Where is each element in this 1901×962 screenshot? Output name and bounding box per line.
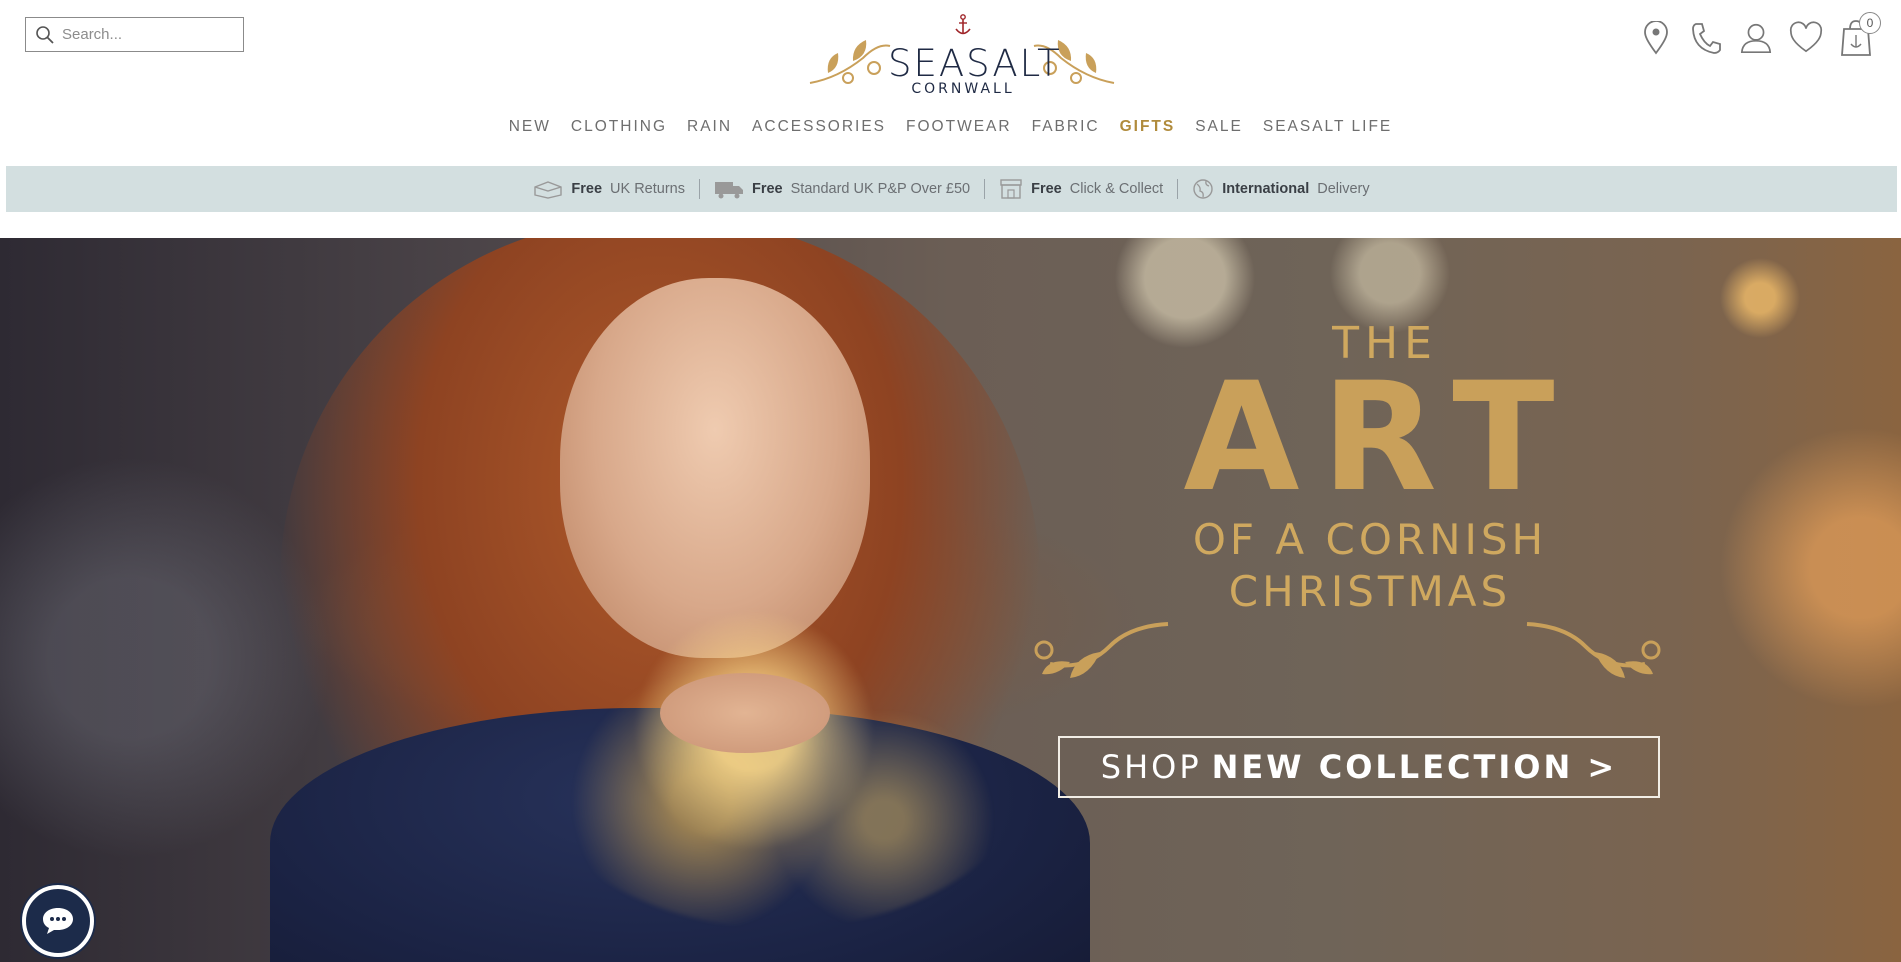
header-icons: 0 xyxy=(1639,12,1881,58)
nav-item-gifts[interactable]: GIFTS xyxy=(1110,118,1186,136)
phone-icon[interactable] xyxy=(1689,18,1723,58)
search-box[interactable] xyxy=(25,17,244,52)
benefit-delivery-bold: Free xyxy=(751,181,783,197)
nav-item-rain[interactable]: RAIN xyxy=(677,118,742,136)
returns-box-icon xyxy=(534,181,563,199)
benefit-international-bold: International xyxy=(1222,181,1310,197)
nav-item-clothing[interactable]: CLOTHING xyxy=(561,118,677,136)
benefit-returns-bold: Free xyxy=(571,181,603,197)
site-header: SEASALT CORNWALL 0 NEW CLOTHING RAIN ACC… xyxy=(0,0,1901,166)
right-sprig-icon xyxy=(1526,622,1661,678)
benefit-returns[interactable]: Free UK Returns xyxy=(519,179,699,199)
search-input[interactable] xyxy=(58,26,236,43)
headline-line1: OF A CORNISH xyxy=(1192,515,1548,564)
logo-brand: SEASALT xyxy=(888,42,1062,85)
nav-item-new[interactable]: NEW xyxy=(499,118,561,136)
left-sprig-icon xyxy=(809,40,891,84)
nav-item-sale[interactable]: SALE xyxy=(1185,118,1253,136)
benefits-strip: Free UK Returns Free Standard UK P&P Ove… xyxy=(6,166,1897,212)
benefit-international-text: Delivery xyxy=(1317,181,1370,197)
headline-line2: CHRISTMAS xyxy=(1228,567,1512,616)
nav-item-footwear[interactable]: FOOTWEAR xyxy=(896,118,1022,136)
main-nav: NEW CLOTHING RAIN ACCESSORIES FOOTWEAR F… xyxy=(0,118,1901,136)
benefit-delivery-text: Standard UK P&P Over £50 xyxy=(790,181,971,197)
hero-image-hand xyxy=(660,673,830,753)
benefit-click-collect-text: Click & Collect xyxy=(1069,181,1164,197)
location-icon[interactable] xyxy=(1639,18,1673,58)
delivery-truck-icon xyxy=(714,182,743,199)
shop-new-collection-button[interactable]: SHOP NEW COLLECTION > xyxy=(1058,736,1660,798)
globe-icon xyxy=(1193,179,1213,199)
cta-prefix: SHOP xyxy=(1100,748,1202,786)
headline-art: ART xyxy=(1183,351,1577,525)
wishlist-icon[interactable] xyxy=(1789,18,1823,58)
store-icon xyxy=(1000,179,1022,199)
benefit-click-collect-bold: Free xyxy=(1031,181,1062,197)
seasalt-logo[interactable]: SEASALT CORNWALL xyxy=(808,14,1116,100)
bag-count-badge: 0 xyxy=(1859,12,1881,34)
nav-item-accessories[interactable]: ACCESSORIES xyxy=(742,118,896,136)
nav-item-seasalt-life[interactable]: SEASALT LIFE xyxy=(1253,118,1402,136)
bag-icon[interactable]: 0 xyxy=(1839,12,1881,58)
chat-bubble-icon xyxy=(43,908,73,934)
nav-item-fabric[interactable]: FABRIC xyxy=(1022,118,1110,136)
benefit-delivery[interactable]: Free Standard UK P&P Over £50 xyxy=(700,179,984,199)
benefit-click-collect[interactable]: Free Click & Collect xyxy=(985,178,1177,200)
chat-button[interactable] xyxy=(22,885,94,957)
benefit-returns-text: UK Returns xyxy=(610,181,685,197)
cta-bold: NEW COLLECTION > xyxy=(1211,748,1618,786)
account-icon[interactable] xyxy=(1739,18,1773,58)
anchor-icon xyxy=(955,14,971,35)
left-sprig-icon xyxy=(1034,622,1169,678)
search-icon[interactable] xyxy=(32,22,58,48)
hero-headline: THE ART OF A CORNISH CHRISTMAS xyxy=(1040,318,1700,617)
benefit-international[interactable]: International Delivery xyxy=(1178,178,1383,200)
logo-sub: CORNWALL xyxy=(911,81,1015,97)
hero-banner[interactable]: THE ART OF A CORNISH CHRISTMAS SHOP NEW … xyxy=(0,238,1901,962)
